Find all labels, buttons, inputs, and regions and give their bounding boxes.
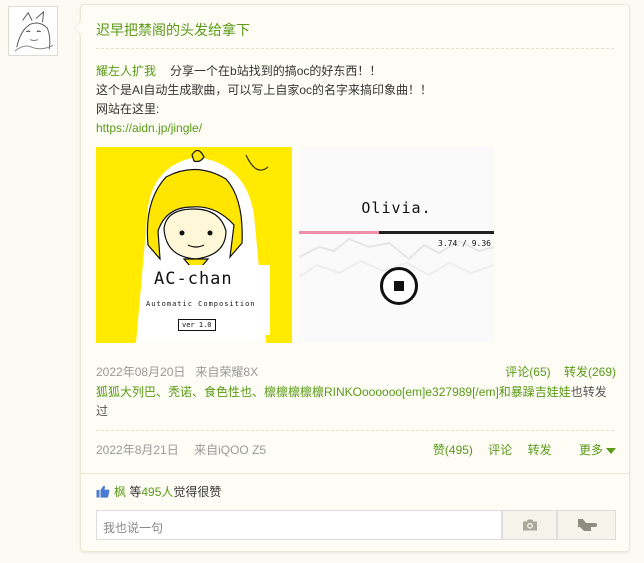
- media-image-ac-chan[interactable]: AC-chan Automatic Composition ver 1.0: [96, 147, 292, 343]
- retweet-comments-link[interactable]: 评论(65): [505, 365, 550, 379]
- post-actions: 赞(495) 评论 转发 更多: [421, 441, 616, 458]
- media-gallery: AC-chan Automatic Composition ver 1.0 Ol…: [96, 147, 494, 343]
- time-readout: 3.74 / 9.36: [438, 239, 491, 248]
- send-icon: [577, 519, 597, 531]
- ac-version: ver 1.0: [178, 319, 216, 331]
- author-name[interactable]: 迟早把禁阁的头发给拿下: [96, 20, 250, 40]
- divider: [96, 48, 614, 49]
- ac-title: AC-chan: [154, 269, 233, 289]
- divider: [81, 473, 629, 474]
- media-image-player[interactable]: Olivia. 3.74 / 9.36: [299, 147, 494, 343]
- likes-count[interactable]: 495人: [141, 485, 173, 499]
- repost-chain: 狐狐大列巴、秃诺、食色性也、檩檩檩檩檩RINKOoooooo[em]e32798…: [96, 383, 616, 421]
- progress-remaining: [379, 231, 494, 234]
- retweet-source: 来自荣耀8X: [195, 365, 259, 379]
- post-date: 2022年8月21日: [96, 443, 179, 457]
- thumbs-up-icon: [96, 485, 110, 498]
- like-button[interactable]: 赞(495): [433, 443, 473, 457]
- comment-button[interactable]: 评论: [488, 443, 512, 457]
- camera-icon: [522, 519, 537, 531]
- retweet-date: 2022年08月20日: [96, 365, 186, 379]
- avatar-sketch-image: [11, 9, 55, 53]
- post-source: 来自iQOO Z5: [194, 443, 267, 457]
- retweet-text-line1: 分享一个在b站找到的搞oc的好东西！！: [170, 64, 382, 78]
- retweet-text-line3: 网站在这里:: [96, 102, 160, 116]
- likes-user[interactable]: 枫: [114, 485, 126, 499]
- feed-card: 迟早把禁阁的头发给拿下 耀左人扩我 分享一个在b站找到的搞oc的好东西！！ 这个是…: [74, 4, 630, 552]
- likes-tail: 觉得很赞: [173, 485, 222, 499]
- camera-button[interactable]: [502, 510, 557, 540]
- stop-icon: [394, 281, 404, 291]
- comment-input[interactable]: 我也说一句: [96, 510, 502, 540]
- likes-middle: 等: [129, 485, 142, 499]
- likes-summary: 枫 等495人觉得很赞: [96, 483, 221, 500]
- send-button[interactable]: [557, 510, 616, 540]
- more-label: 更多: [578, 443, 603, 457]
- retweet-user[interactable]: 耀左人扩我: [96, 64, 156, 78]
- repost-button[interactable]: 转发: [528, 443, 552, 457]
- chevron-down-icon: [606, 447, 616, 454]
- retweet-link[interactable]: https://aidn.jp/jingle/: [96, 121, 202, 135]
- stop-button[interactable]: [380, 267, 418, 305]
- ac-subtitle: Automatic Composition: [146, 300, 256, 308]
- retweet-text-line2: 这个是AI自动生成歌曲，可以写上自家oc的名字来搞印象曲！！: [96, 83, 433, 97]
- song-name: Olivia.: [361, 199, 432, 217]
- retweet-reposts-link[interactable]: 转发(269): [564, 365, 616, 379]
- post-meta: 2022年8月21日 来自iQOO Z5 赞(495) 评论 转发 更多: [96, 441, 616, 458]
- retweet-meta: 2022年08月20日 来自荣耀8X 评论(65) 转发(269): [96, 363, 616, 380]
- repost-chain-users[interactable]: 狐狐大列巴、秃诺、食色性也、檩檩檩檩檩RINKOoooooo[em]e32798…: [96, 385, 571, 399]
- avatar[interactable]: [8, 6, 58, 56]
- divider: [96, 430, 614, 431]
- progress-played: [299, 231, 379, 234]
- retweet-content: 耀左人扩我 分享一个在b站找到的搞oc的好东西！！ 这个是AI自动生成歌曲，可以写…: [96, 62, 616, 138]
- more-button[interactable]: 更多: [567, 443, 616, 457]
